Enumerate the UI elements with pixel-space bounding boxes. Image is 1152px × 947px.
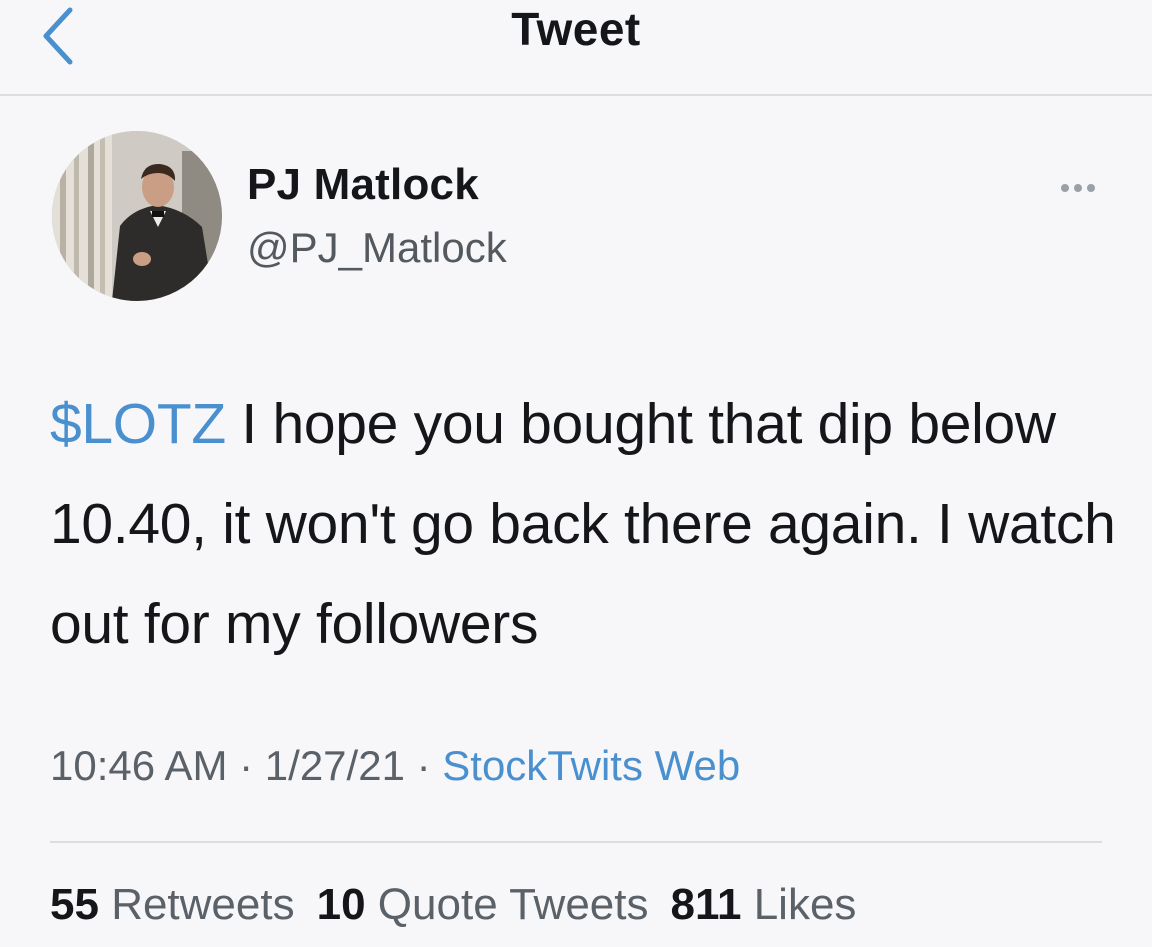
retweets-count: 55 bbox=[50, 880, 99, 929]
meta-separator: · bbox=[404, 742, 443, 789]
quote-tweets-label: Quote Tweets bbox=[377, 880, 649, 929]
engagement-stats: 55 Retweets 10 Quote Tweets 811 Likes bbox=[50, 880, 878, 930]
page-title: Tweet bbox=[511, 3, 641, 55]
retweets-label: Retweets bbox=[111, 880, 295, 929]
more-options-button[interactable] bbox=[1052, 168, 1104, 208]
tweet-body: $LOTZ I hope you bought that dip below 1… bbox=[50, 374, 1130, 674]
tweet-time: 10:46 AM bbox=[50, 742, 228, 789]
avatar-photo bbox=[52, 131, 222, 301]
quote-tweets-count: 10 bbox=[316, 880, 366, 929]
quote-tweets-stat[interactable]: 10 Quote Tweets bbox=[317, 880, 649, 929]
likes-stat[interactable]: 811 Likes bbox=[670, 880, 856, 929]
tweet-meta: 10:46 AM · 1/27/21 · StockTwits Web bbox=[50, 742, 740, 790]
divider bbox=[50, 841, 1102, 843]
author-display-name[interactable]: PJ Matlock bbox=[247, 160, 479, 210]
author-handle[interactable]: @PJ_Matlock bbox=[247, 224, 507, 272]
source-link[interactable]: StockTwits Web bbox=[442, 742, 740, 789]
top-nav-bar: Tweet bbox=[0, 0, 1152, 96]
tweet-detail-screen: Tweet PJ Matlock @PJ_Matlock $LOTZ I hop… bbox=[0, 0, 1152, 947]
cashtag-link[interactable]: $LOTZ bbox=[50, 392, 226, 456]
more-dot bbox=[1074, 184, 1082, 192]
likes-label: Likes bbox=[753, 880, 857, 929]
more-dot bbox=[1087, 184, 1095, 192]
tweet-date: 1/27/21 bbox=[264, 742, 405, 789]
more-dots-icon bbox=[1061, 184, 1069, 192]
meta-separator: · bbox=[227, 742, 265, 789]
avatar[interactable] bbox=[52, 131, 222, 301]
retweets-stat[interactable]: 55 Retweets bbox=[50, 880, 295, 929]
likes-count: 811 bbox=[670, 880, 742, 929]
